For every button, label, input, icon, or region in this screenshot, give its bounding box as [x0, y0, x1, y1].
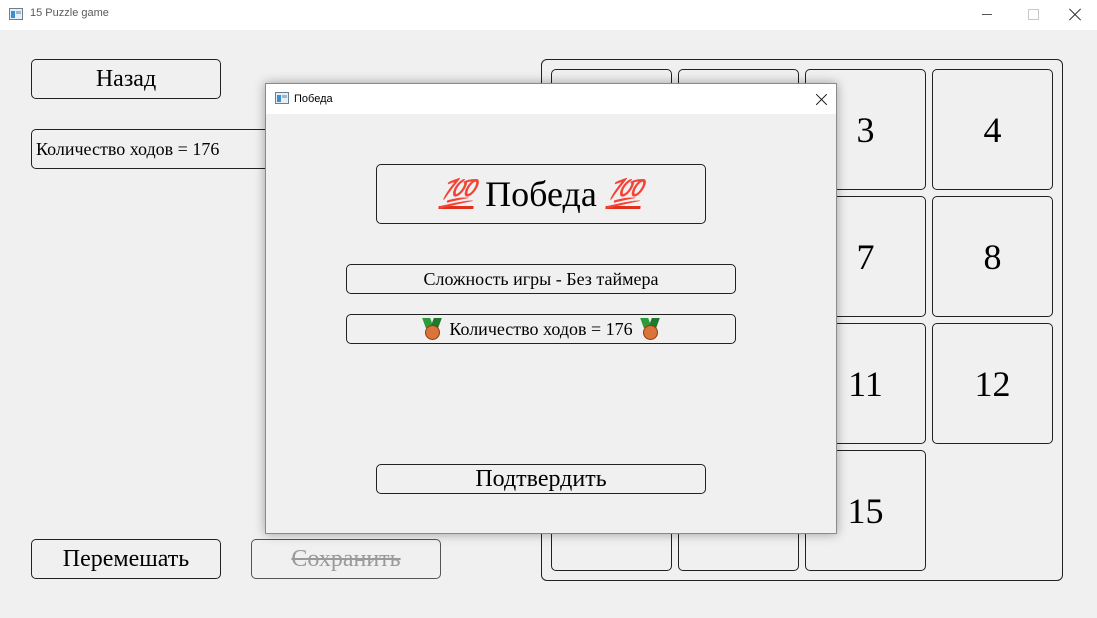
- close-icon: [1068, 7, 1082, 21]
- dialog-title-bar: Победа: [266, 84, 836, 114]
- difficulty-label: Сложность игры - Без таймера: [346, 264, 736, 294]
- hundred-points-icon: 💯: [438, 177, 477, 210]
- victory-banner-text: Победа: [485, 174, 597, 214]
- title-bar: 15 Puzzle game: [0, 0, 1097, 30]
- moves-counter: Количество ходов = 176: [31, 129, 271, 169]
- minimize-button[interactable]: [964, 0, 1010, 30]
- window-title: 15 Puzzle game: [30, 7, 109, 19]
- puzzle-tile[interactable]: 4: [932, 69, 1053, 190]
- dialog-title: Победа: [294, 93, 333, 105]
- close-icon: [814, 92, 828, 106]
- puzzle-tile[interactable]: 8: [932, 196, 1053, 317]
- dialog-close-button[interactable]: [806, 84, 836, 114]
- maximize-button[interactable]: [1010, 0, 1056, 30]
- dialog-moves-counter: Количество ходов = 176: [346, 314, 736, 344]
- dialog-moves-text: Количество ходов = 176: [449, 318, 633, 339]
- shuffle-button[interactable]: Перемешать: [31, 539, 221, 579]
- save-button: Сохранить: [251, 539, 441, 579]
- puzzle-tile[interactable]: 12: [932, 323, 1053, 444]
- victory-dialog: Победа 💯 Победа 💯 Сложность игры - Без т…: [265, 83, 837, 534]
- confirm-button[interactable]: Подтвердить: [376, 464, 706, 494]
- back-button[interactable]: Назад: [31, 59, 221, 99]
- app-window-icon: [9, 8, 23, 20]
- victory-banner: 💯 Победа 💯: [376, 164, 706, 224]
- bronze-medal-icon: [422, 318, 443, 340]
- dialog-window-icon: [275, 92, 289, 104]
- bronze-medal-icon: [639, 318, 660, 340]
- close-window-button[interactable]: [1051, 0, 1097, 30]
- save-button-label: Сохранить: [291, 545, 401, 572]
- hundred-points-icon: 💯: [605, 177, 644, 210]
